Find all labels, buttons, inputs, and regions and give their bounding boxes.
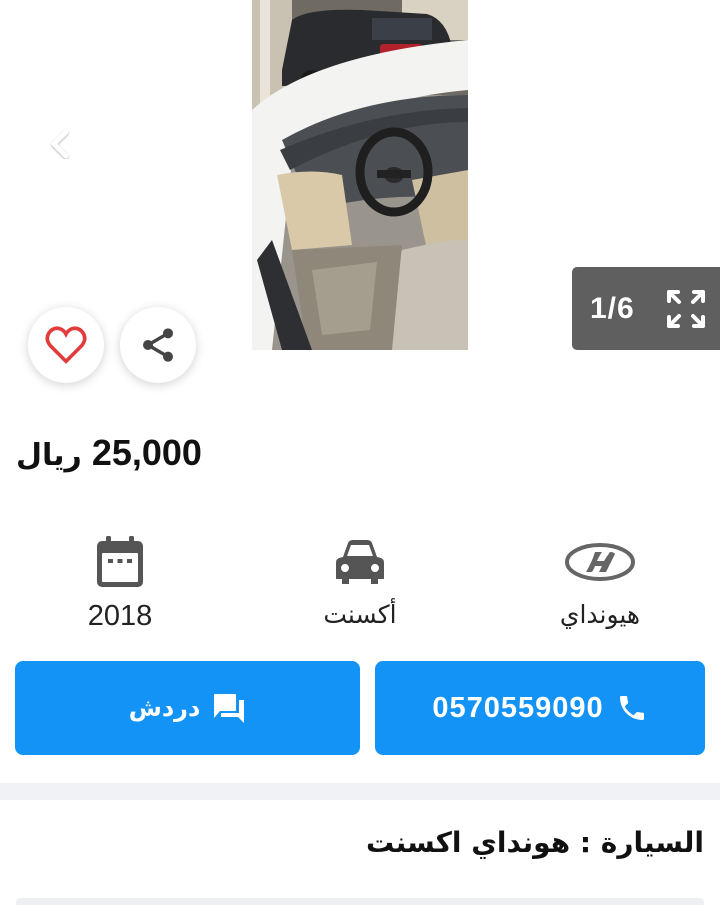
share-button[interactable] [120,307,196,383]
car-photo[interactable] [252,0,468,350]
favorite-button[interactable] [28,307,104,383]
image-counter: 1/6 [590,291,635,325]
price: ريال 25,000 [16,432,202,474]
next-image-button[interactable] [638,122,678,166]
car-icon [336,540,384,584]
heart-outline-icon [45,326,87,364]
spec-make-label: هيونداي [559,600,641,629]
call-button-phone: 0570559090 [432,691,604,724]
car-interior-image [252,0,468,350]
section-divider [0,783,720,800]
chevron-left-icon [51,129,69,159]
price-currency: ريال [16,438,82,473]
image-gallery[interactable]: 1/6 [0,0,720,390]
listing-title: السيارة : هونداي اكسنت [366,826,704,859]
price-amount: 25,000 [91,432,202,473]
image-counter-fullscreen[interactable]: 1/6 [572,267,720,350]
call-button[interactable]: 0570559090 [375,661,705,755]
spec-year: 2018 [20,532,220,633]
chat-button-label: دردش [128,694,201,722]
chat-icon [214,694,245,723]
spec-make: هيونداي [500,532,700,629]
previous-image-button[interactable] [40,122,80,166]
spec-year-label: 2018 [87,600,153,632]
fullscreen-icon[interactable] [666,289,706,329]
share-icon [143,328,173,362]
next-section-edge [16,898,704,905]
spec-model-label: أكسنت [323,600,397,629]
calendar-icon [97,536,143,587]
chat-button[interactable]: دردش [15,661,360,755]
spec-model: أكسنت [260,532,460,629]
hyundai-logo-icon [565,543,635,581]
chevron-right-icon [649,129,667,159]
phone-icon [619,696,644,720]
